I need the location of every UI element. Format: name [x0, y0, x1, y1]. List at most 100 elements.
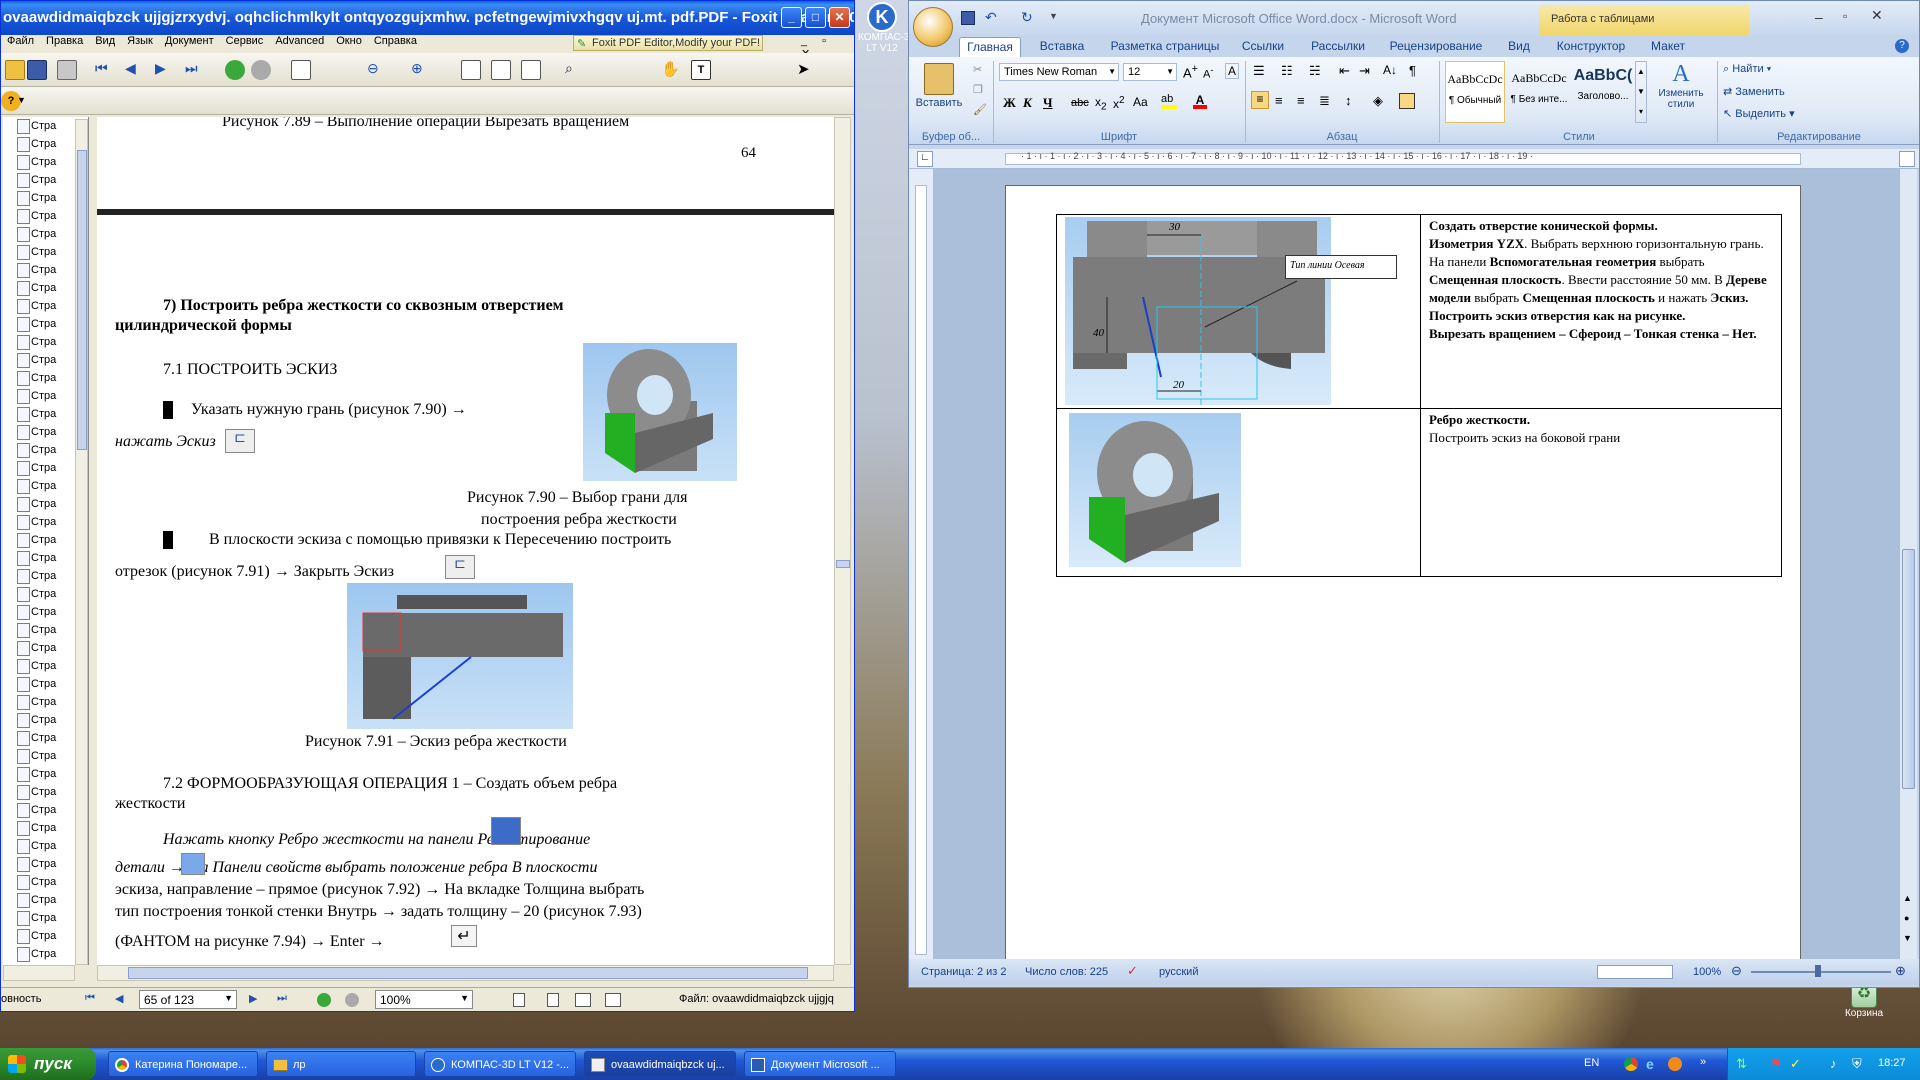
page-number-field[interactable]: 65 of 123 ▼	[139, 990, 237, 1009]
menu-service[interactable]: Сервис	[220, 35, 270, 47]
status-zoom[interactable]: 100%	[1693, 966, 1721, 978]
close-button[interactable]: ✕	[829, 7, 850, 28]
select-button[interactable]: ↖ Выделить ▾	[1723, 107, 1795, 120]
font-color-icon[interactable]: A	[1193, 93, 1207, 109]
spellcheck-icon[interactable]: ✓	[1127, 963, 1138, 979]
kompas-desktop-icon[interactable]: K КОМПАС-3D LT V12	[858, 2, 917, 66]
align-left-icon[interactable]: ≡	[1251, 91, 1269, 109]
underline-icon[interactable]: Ч	[1043, 95, 1053, 111]
font-size-select[interactable]: 12 ▼	[1123, 63, 1177, 81]
single-page-icon[interactable]	[461, 60, 481, 80]
zoom-slider[interactable]	[1751, 965, 1891, 977]
zoom-in-icon[interactable]: ⊕	[1895, 963, 1906, 979]
find-button[interactable]: ⌕ Найти ▾	[1723, 63, 1771, 76]
horizontal-ruler[interactable]: ∟ · 1 · ı · 1 · ı · 2 · ı · 3 · ı · 4 · …	[909, 149, 1919, 169]
bookmarks-hscrollbar[interactable]	[3, 965, 75, 981]
text-select-icon[interactable]: T	[691, 60, 711, 80]
copy-page-icon[interactable]	[291, 60, 311, 80]
table-cell-text[interactable]: Создать отверстие конической формы. Изоме…	[1420, 214, 1782, 409]
align-center-icon[interactable]: ≡	[1275, 93, 1283, 108]
view-continuous-icon[interactable]	[547, 993, 559, 1007]
print-icon[interactable]	[57, 60, 77, 80]
pdf-scroll-thumb[interactable]	[836, 560, 850, 568]
change-styles-button[interactable]: A Изменить стили	[1653, 61, 1709, 125]
view-buttons[interactable]	[1597, 965, 1673, 979]
view-cont-facing-icon[interactable]	[605, 993, 621, 1007]
clear-format-icon[interactable]: A	[1225, 63, 1240, 79]
font-size-dropdown-icon[interactable]: ▼	[1166, 67, 1174, 76]
toolbar-dropdown-icon[interactable]: ▼	[17, 95, 26, 105]
next-page-browse-icon[interactable]: ▼	[1903, 933, 1912, 943]
word-vscrollbar[interactable]: ▲ ● ▼	[1899, 169, 1917, 959]
table-cell-text[interactable]: Ребро жесткости. Построить эскиз на боко…	[1420, 408, 1782, 577]
pointer-icon[interactable]: ➤	[797, 60, 817, 80]
tab-layout[interactable]: Макет	[1643, 37, 1693, 55]
italic-icon[interactable]: К	[1023, 95, 1032, 111]
style-no-spacing[interactable]: AaBbCcDc ¶ Без инте...	[1509, 61, 1569, 123]
tab-page-layout[interactable]: Разметка страницы	[1105, 37, 1225, 55]
status-next-page-icon[interactable]: ▶	[249, 992, 257, 1005]
document-page[interactable]: 30 40 20 Тип линии Осевая Создать отверс…	[1005, 185, 1801, 985]
qat-redo-icon[interactable]: ↻	[1021, 9, 1033, 26]
ruler-right-icon[interactable]	[1899, 151, 1915, 167]
office-button-icon[interactable]	[913, 7, 953, 47]
hand-tool-icon[interactable]: ✋	[661, 60, 681, 80]
browse-object-icon[interactable]: ●	[1904, 913, 1909, 923]
zoom-field[interactable]: 100% ▼	[375, 990, 473, 1009]
borders-icon[interactable]	[1399, 93, 1415, 109]
style-heading-1[interactable]: AaBbC( Заголово...	[1573, 61, 1633, 123]
zoom-out-icon[interactable]: ⊖	[1731, 963, 1742, 979]
input-language[interactable]: EN	[1584, 1057, 1599, 1069]
format-painter-icon[interactable]: 🖌	[973, 103, 987, 116]
status-words[interactable]: Число слов: 225	[1025, 966, 1108, 978]
next-page-icon[interactable]: ▶	[155, 60, 175, 80]
pdf-vscrollbar[interactable]	[834, 117, 851, 965]
font-name-dropdown-icon[interactable]: ▼	[1108, 67, 1116, 76]
justify-icon[interactable]: ≣	[1319, 93, 1330, 109]
start-button[interactable]: пуск	[0, 1048, 96, 1080]
styles-scroll[interactable]: ▲ ▼ ▾	[1635, 61, 1647, 123]
align-right-icon[interactable]: ≡	[1297, 93, 1305, 108]
table-cell-image[interactable]	[1056, 408, 1421, 577]
menu-language[interactable]: Язык	[121, 35, 159, 47]
tab-references[interactable]: Ссылки	[1235, 37, 1291, 55]
multilevel-list-icon[interactable]: ☵	[1309, 63, 1321, 79]
quicklaunch-ie-icon[interactable]: e	[1646, 1056, 1654, 1072]
decrease-indent-icon[interactable]: ⇤	[1339, 63, 1350, 79]
word-title-bar[interactable]: ↶ ↻ ▼ Документ Microsoft Office Word.doc…	[909, 1, 1919, 47]
save-icon[interactable]	[27, 60, 47, 80]
qat-save-icon[interactable]	[961, 11, 975, 25]
forward-icon[interactable]	[251, 60, 271, 80]
binoculars-icon[interactable]: ⌕	[565, 60, 585, 80]
subscript-icon[interactable]: x2	[1095, 95, 1107, 112]
status-page[interactable]: Страница: 2 из 2	[921, 966, 1007, 978]
qat-dropdown-icon[interactable]: ▼	[1049, 11, 1058, 21]
tab-view[interactable]: Вид	[1499, 37, 1539, 55]
bookmarks-scroll-thumb[interactable]	[77, 150, 87, 450]
tray-security-icon[interactable]: ⛨	[1852, 1056, 1862, 1072]
quicklaunch-expand-icon[interactable]: »	[1700, 1056, 1706, 1068]
prev-page-icon[interactable]: ◀	[125, 60, 145, 80]
task-item[interactable]: КОМПАС-3D LT V12 -...	[424, 1051, 576, 1077]
highlight-icon[interactable]: ab	[1161, 93, 1177, 109]
task-item[interactable]: лр	[266, 1051, 416, 1077]
view-single-icon[interactable]	[513, 993, 525, 1007]
vertical-ruler[interactable]	[909, 169, 933, 959]
menu-help[interactable]: Справка	[368, 35, 423, 47]
word-restore-button[interactable]: ▫	[1843, 9, 1847, 23]
zoom-dropdown-icon[interactable]: ▼	[460, 993, 469, 1003]
table-cell-image[interactable]: 30 40 20 Тип линии Осевая	[1056, 214, 1421, 409]
menu-document[interactable]: Документ	[159, 35, 220, 47]
strikethrough-icon[interactable]: abc	[1071, 97, 1089, 109]
zoom-slider-thumb[interactable]	[1815, 965, 1821, 977]
minimize-button[interactable]: _	[781, 7, 802, 28]
tray-volume-icon[interactable]: ♪	[1830, 1056, 1837, 1071]
task-item[interactable]: ovaawdidmaiqbzck uj...	[584, 1051, 736, 1077]
task-item[interactable]: Документ Microsoft ...	[744, 1051, 896, 1077]
tab-home[interactable]: Главная	[959, 37, 1021, 57]
menu-view[interactable]: Вид	[89, 35, 121, 47]
foxit-title-bar[interactable]: ovaawdidmaiqbzck ujjgjzrxydvj. oqhclichm…	[1, 1, 854, 35]
style-normal[interactable]: AaBbCcDc ¶ Обычный	[1445, 61, 1505, 123]
menu-edit[interactable]: Правка	[40, 35, 89, 47]
ruler-tab-selector[interactable]: ∟	[917, 151, 933, 167]
